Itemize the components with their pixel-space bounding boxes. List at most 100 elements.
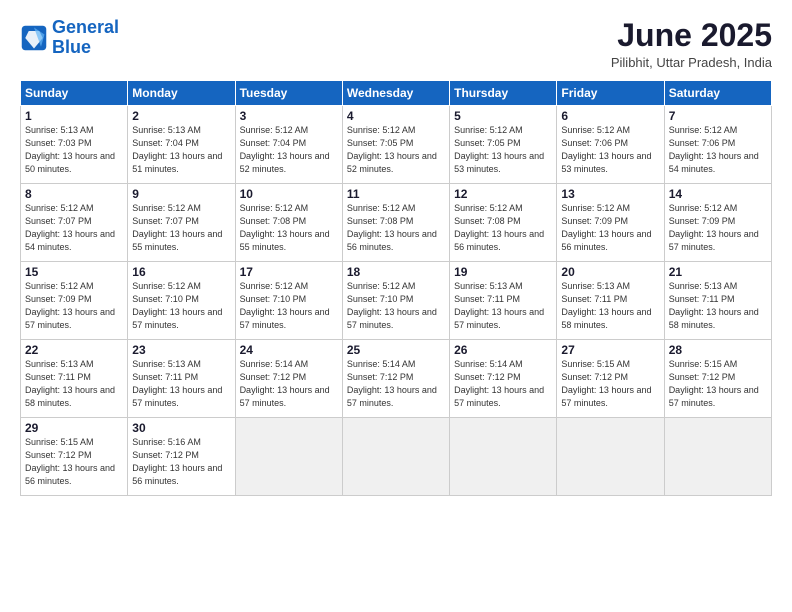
- day-number: 23: [132, 343, 230, 357]
- day-detail: Sunrise: 5:12 AMSunset: 7:09 PMDaylight:…: [25, 281, 115, 330]
- table-row: 2 Sunrise: 5:13 AMSunset: 7:04 PMDaylight…: [128, 106, 235, 184]
- day-number: 20: [561, 265, 659, 279]
- header-row: Sunday Monday Tuesday Wednesday Thursday…: [21, 81, 772, 106]
- day-detail: Sunrise: 5:13 AMSunset: 7:11 PMDaylight:…: [561, 281, 651, 330]
- table-row: 10 Sunrise: 5:12 AMSunset: 7:08 PMDayligh…: [235, 184, 342, 262]
- day-detail: Sunrise: 5:12 AMSunset: 7:09 PMDaylight:…: [669, 203, 759, 252]
- day-number: 18: [347, 265, 445, 279]
- day-detail: Sunrise: 5:15 AMSunset: 7:12 PMDaylight:…: [561, 359, 651, 408]
- table-row: 20 Sunrise: 5:13 AMSunset: 7:11 PMDayligh…: [557, 262, 664, 340]
- table-row: 4 Sunrise: 5:12 AMSunset: 7:05 PMDaylight…: [342, 106, 449, 184]
- day-number: 12: [454, 187, 552, 201]
- day-number: 2: [132, 109, 230, 123]
- day-number: 7: [669, 109, 767, 123]
- table-row: 25Sunrise: 5:14 AMSunset: 7:12 PMDayligh…: [342, 340, 449, 418]
- day-number: 5: [454, 109, 552, 123]
- table-row: 6 Sunrise: 5:12 AMSunset: 7:06 PMDaylight…: [557, 106, 664, 184]
- logo-text: General Blue: [52, 18, 119, 58]
- table-row: 3 Sunrise: 5:12 AMSunset: 7:04 PMDaylight…: [235, 106, 342, 184]
- table-row: 17 Sunrise: 5:12 AMSunset: 7:10 PMDayligh…: [235, 262, 342, 340]
- table-row: [557, 418, 664, 496]
- table-row: [342, 418, 449, 496]
- day-number: 24: [240, 343, 338, 357]
- table-row: 5Sunrise: 5:12 AMSunset: 7:05 PMDaylight…: [450, 106, 557, 184]
- day-number: 6: [561, 109, 659, 123]
- day-detail: Sunrise: 5:12 AMSunset: 7:09 PMDaylight:…: [561, 203, 651, 252]
- table-row: 14 Sunrise: 5:12 AMSunset: 7:09 PMDayligh…: [664, 184, 771, 262]
- day-detail: Sunrise: 5:12 AMSunset: 7:07 PMDaylight:…: [25, 203, 115, 252]
- day-number: 21: [669, 265, 767, 279]
- calendar-week-2: 8Sunrise: 5:12 AMSunset: 7:07 PMDaylight…: [21, 184, 772, 262]
- day-number: 16: [132, 265, 230, 279]
- day-number: 13: [561, 187, 659, 201]
- table-row: 28 Sunrise: 5:15 AMSunset: 7:12 PMDayligh…: [664, 340, 771, 418]
- day-detail: Sunrise: 5:12 AMSunset: 7:05 PMDaylight:…: [347, 125, 437, 174]
- table-row: 26Sunrise: 5:14 AMSunset: 7:12 PMDayligh…: [450, 340, 557, 418]
- day-number: 15: [25, 265, 123, 279]
- day-number: 1: [25, 109, 123, 123]
- day-number: 19: [454, 265, 552, 279]
- day-detail: Sunrise: 5:13 AMSunset: 7:04 PMDaylight:…: [132, 125, 222, 174]
- day-number: 3: [240, 109, 338, 123]
- month-title: June 2025: [611, 18, 772, 53]
- day-detail: Sunrise: 5:12 AMSunset: 7:10 PMDaylight:…: [347, 281, 437, 330]
- title-block: June 2025 Pilibhit, Uttar Pradesh, India: [611, 18, 772, 70]
- table-row: 27 Sunrise: 5:15 AMSunset: 7:12 PMDayligh…: [557, 340, 664, 418]
- day-detail: Sunrise: 5:13 AMSunset: 7:03 PMDaylight:…: [25, 125, 115, 174]
- day-detail: Sunrise: 5:14 AMSunset: 7:12 PMDaylight:…: [454, 359, 544, 408]
- day-detail: Sunrise: 5:12 AMSunset: 7:07 PMDaylight:…: [132, 203, 222, 252]
- day-number: 27: [561, 343, 659, 357]
- col-sunday: Sunday: [21, 81, 128, 106]
- calendar-table: Sunday Monday Tuesday Wednesday Thursday…: [20, 80, 772, 496]
- table-row: [664, 418, 771, 496]
- day-detail: Sunrise: 5:12 AMSunset: 7:10 PMDaylight:…: [240, 281, 330, 330]
- day-detail: Sunrise: 5:13 AMSunset: 7:11 PMDaylight:…: [25, 359, 115, 408]
- table-row: 9 Sunrise: 5:12 AMSunset: 7:07 PMDaylight…: [128, 184, 235, 262]
- day-number: 17: [240, 265, 338, 279]
- day-number: 29: [25, 421, 123, 435]
- col-monday: Monday: [128, 81, 235, 106]
- day-number: 30: [132, 421, 230, 435]
- table-row: 29 Sunrise: 5:15 AMSunset: 7:12 PMDayligh…: [21, 418, 128, 496]
- day-number: 28: [669, 343, 767, 357]
- day-detail: Sunrise: 5:16 AMSunset: 7:12 PMDaylight:…: [132, 437, 222, 486]
- table-row: 16Sunrise: 5:12 AMSunset: 7:10 PMDayligh…: [128, 262, 235, 340]
- day-detail: Sunrise: 5:12 AMSunset: 7:08 PMDaylight:…: [240, 203, 330, 252]
- table-row: 12 Sunrise: 5:12 AMSunset: 7:08 PMDayligh…: [450, 184, 557, 262]
- table-row: 11 Sunrise: 5:12 AMSunset: 7:08 PMDayligh…: [342, 184, 449, 262]
- table-row: [450, 418, 557, 496]
- day-detail: Sunrise: 5:13 AMSunset: 7:11 PMDaylight:…: [132, 359, 222, 408]
- day-detail: Sunrise: 5:12 AMSunset: 7:06 PMDaylight:…: [669, 125, 759, 174]
- day-number: 22: [25, 343, 123, 357]
- day-detail: Sunrise: 5:13 AMSunset: 7:11 PMDaylight:…: [454, 281, 544, 330]
- col-saturday: Saturday: [664, 81, 771, 106]
- location: Pilibhit, Uttar Pradesh, India: [611, 55, 772, 70]
- table-row: 1 Sunrise: 5:13 AMSunset: 7:03 PMDaylight…: [21, 106, 128, 184]
- col-friday: Friday: [557, 81, 664, 106]
- table-row: 18 Sunrise: 5:12 AMSunset: 7:10 PMDayligh…: [342, 262, 449, 340]
- col-tuesday: Tuesday: [235, 81, 342, 106]
- day-number: 10: [240, 187, 338, 201]
- day-detail: Sunrise: 5:14 AMSunset: 7:12 PMDaylight:…: [347, 359, 437, 408]
- calendar-week-5: 29 Sunrise: 5:15 AMSunset: 7:12 PMDayligh…: [21, 418, 772, 496]
- day-detail: Sunrise: 5:15 AMSunset: 7:12 PMDaylight:…: [25, 437, 115, 486]
- table-row: 23 Sunrise: 5:13 AMSunset: 7:11 PMDayligh…: [128, 340, 235, 418]
- day-number: 11: [347, 187, 445, 201]
- table-row: 13 Sunrise: 5:12 AMSunset: 7:09 PMDayligh…: [557, 184, 664, 262]
- table-row: 30 Sunrise: 5:16 AMSunset: 7:12 PMDayligh…: [128, 418, 235, 496]
- table-row: 22 Sunrise: 5:13 AMSunset: 7:11 PMDayligh…: [21, 340, 128, 418]
- day-number: 14: [669, 187, 767, 201]
- day-detail: Sunrise: 5:13 AMSunset: 7:11 PMDaylight:…: [669, 281, 759, 330]
- day-number: 9: [132, 187, 230, 201]
- day-detail: Sunrise: 5:12 AMSunset: 7:04 PMDaylight:…: [240, 125, 330, 174]
- day-detail: Sunrise: 5:15 AMSunset: 7:12 PMDaylight:…: [669, 359, 759, 408]
- day-detail: Sunrise: 5:14 AMSunset: 7:12 PMDaylight:…: [240, 359, 330, 408]
- table-row: 19 Sunrise: 5:13 AMSunset: 7:11 PMDayligh…: [450, 262, 557, 340]
- table-row: 15 Sunrise: 5:12 AMSunset: 7:09 PMDayligh…: [21, 262, 128, 340]
- day-detail: Sunrise: 5:12 AMSunset: 7:06 PMDaylight:…: [561, 125, 651, 174]
- day-number: 4: [347, 109, 445, 123]
- table-row: 7 Sunrise: 5:12 AMSunset: 7:06 PMDaylight…: [664, 106, 771, 184]
- day-detail: Sunrise: 5:12 AMSunset: 7:08 PMDaylight:…: [454, 203, 544, 252]
- table-row: 24 Sunrise: 5:14 AMSunset: 7:12 PMDayligh…: [235, 340, 342, 418]
- day-detail: Sunrise: 5:12 AMSunset: 7:08 PMDaylight:…: [347, 203, 437, 252]
